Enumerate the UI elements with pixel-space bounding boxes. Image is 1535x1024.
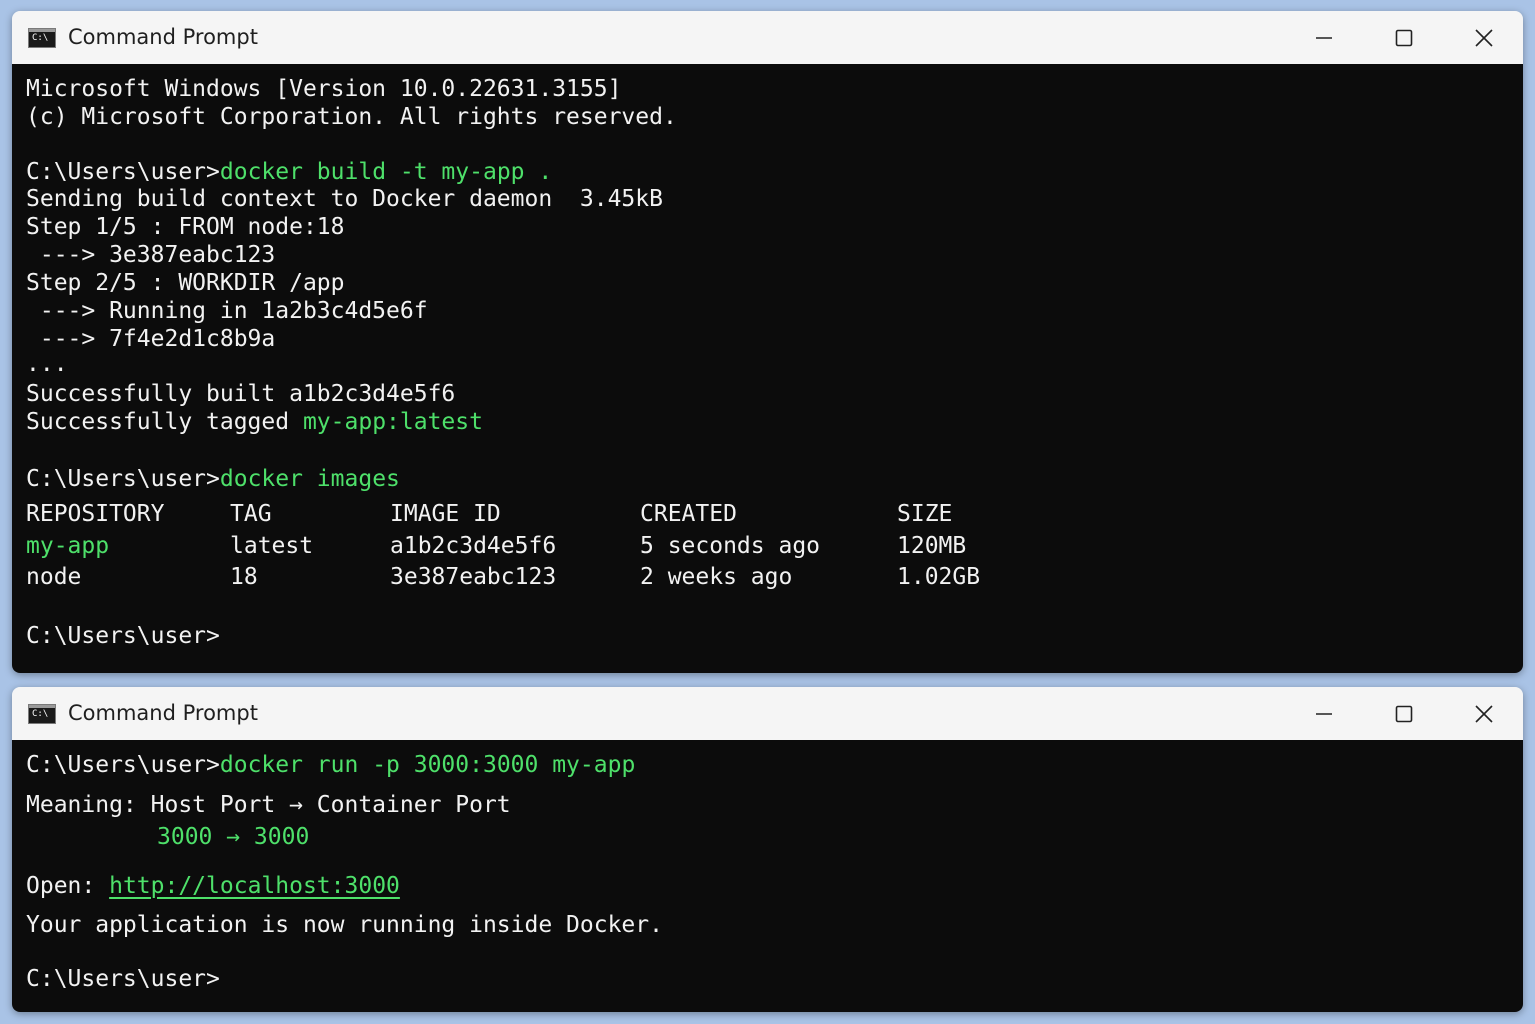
banner-line-2: (c) Microsoft Corporation. All rights re… <box>26 104 677 130</box>
cmd-icon: C:\ <box>28 28 56 48</box>
table-cell: 1.02GB <box>897 564 981 590</box>
output-line-tagged: Successfully tagged my-app:latest <box>26 408 483 436</box>
command-prompt-window-1[interactable]: C:\ Command Prompt Microsoft Windows [Ve… <box>12 11 1523 673</box>
minimize-icon <box>1316 712 1332 715</box>
command-text: docker images <box>219 466 400 492</box>
command-line-build: C:\Users\user>docker build -t my-app . <box>26 158 552 186</box>
table-cell: 18 <box>230 564 258 590</box>
table-header: TAG <box>230 501 272 527</box>
table-header: CREATED <box>640 501 737 527</box>
output-line: Step 2/5 : WORKDIR /app <box>26 270 345 296</box>
minimize-icon <box>1316 36 1332 39</box>
images-table: REPOSITORY TAG IMAGE ID CREATED SIZE my-… <box>26 501 1523 673</box>
close-icon <box>1475 28 1493 47</box>
command-text: docker build -t my-app . <box>219 159 553 185</box>
port-mapping: 3000 → 3000 <box>157 824 310 850</box>
maximize-button[interactable] <box>1364 11 1444 64</box>
window-title: Command Prompt <box>68 25 258 49</box>
table-header: IMAGE ID <box>390 501 501 527</box>
output-line: ---> Running in 1a2b3c4d5e6f <box>26 298 428 324</box>
title-bar[interactable]: C:\ Command Prompt <box>12 687 1523 740</box>
minimize-button[interactable] <box>1284 11 1364 64</box>
cmd-icon: C:\ <box>28 704 56 724</box>
output-line: ... <box>26 351 68 377</box>
banner-line-1: Microsoft Windows [Version 10.0.22631.31… <box>26 76 622 102</box>
output-line: ---> 7f4e2d1c8b9a <box>26 326 276 352</box>
table-cell: 2 weeks ago <box>640 564 793 590</box>
open-line: Open: http://localhost:3000 <box>26 872 400 900</box>
terminal-output[interactable]: C:\Users\user>docker run -p 3000:3000 my… <box>12 740 1523 1012</box>
maximize-icon <box>1395 29 1413 46</box>
command-line-images: C:\Users\user>docker images <box>26 465 400 493</box>
output-line: Sending build context to Docker daemon 3… <box>26 186 663 212</box>
command-prompt-window-2[interactable]: C:\ Command Prompt C:\Users\user>docker … <box>12 687 1523 1012</box>
command-prompt-line[interactable]: C:\Users\user> <box>26 965 220 993</box>
table-cell: my-app <box>26 533 110 559</box>
open-label: Open: <box>26 873 110 899</box>
maximize-icon <box>1395 705 1413 722</box>
table-cell: 3e387eabc123 <box>390 564 557 590</box>
command-line-run: C:\Users\user>docker run -p 3000:3000 my… <box>26 751 635 779</box>
maximize-button[interactable] <box>1364 687 1444 740</box>
close-icon <box>1475 704 1493 723</box>
status-line: Your application is now running inside D… <box>26 912 663 938</box>
window-title: Command Prompt <box>68 701 258 725</box>
command-prompt-line[interactable]: C:\Users\user> <box>26 622 220 650</box>
meaning-text: Host Port → Container Port <box>150 792 511 818</box>
table-cell: node <box>26 564 82 590</box>
prompt: C:\Users\user> <box>26 466 220 492</box>
table-cell: latest <box>230 533 314 559</box>
table-cell: a1b2c3d4e5f6 <box>390 533 557 559</box>
prompt: C:\Users\user> <box>26 159 220 185</box>
table-cell: 120MB <box>897 533 967 559</box>
meaning-line: Meaning: Host Port → Container Port <box>26 791 511 819</box>
table-cell: 5 seconds ago <box>640 533 821 559</box>
output-line: Successfully built a1b2c3d4e5f6 <box>26 381 456 407</box>
table-header: REPOSITORY <box>26 501 165 527</box>
terminal-output[interactable]: Microsoft Windows [Version 10.0.22631.31… <box>12 64 1523 673</box>
tagged-name: my-app:latest <box>302 409 483 435</box>
command-text: docker run -p 3000:3000 my-app <box>219 752 636 778</box>
prompt: C:\Users\user> <box>26 752 220 778</box>
title-bar[interactable]: C:\ Command Prompt <box>12 11 1523 64</box>
output-line: Step 1/5 : FROM node:18 <box>26 214 345 240</box>
close-button[interactable] <box>1444 11 1523 64</box>
close-button[interactable] <box>1444 687 1523 740</box>
tagged-prefix: Successfully tagged <box>26 409 303 435</box>
meaning-label: Meaning: <box>26 792 151 818</box>
localhost-link[interactable]: http://localhost:3000 <box>109 873 400 899</box>
output-line: ---> 3e387eabc123 <box>26 242 276 268</box>
minimize-button[interactable] <box>1284 687 1364 740</box>
table-header: SIZE <box>897 501 953 527</box>
